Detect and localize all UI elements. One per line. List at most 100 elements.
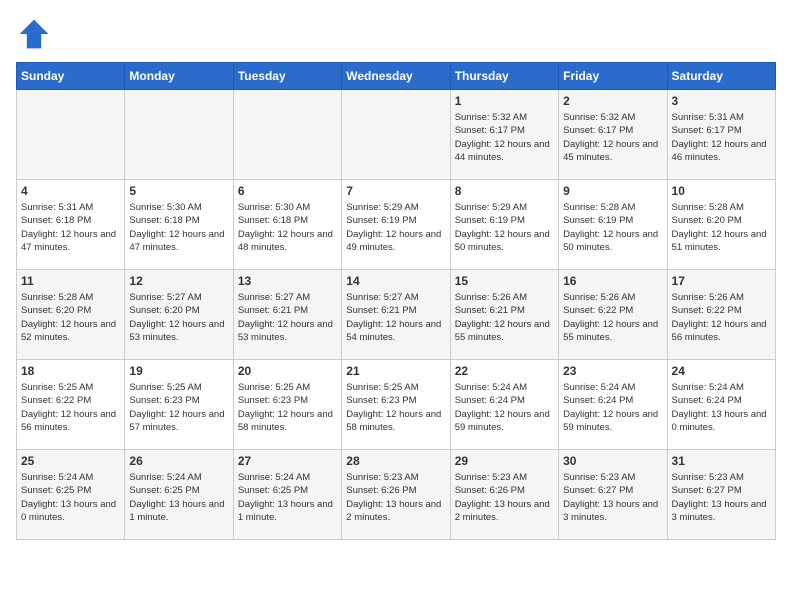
day-info: Sunrise: 5:23 AM Sunset: 6:27 PM Dayligh… <box>672 471 771 524</box>
day-info: Sunrise: 5:25 AM Sunset: 6:23 PM Dayligh… <box>346 381 445 434</box>
logo-icon <box>16 16 52 52</box>
day-cell <box>342 90 450 180</box>
day-cell: 18Sunrise: 5:25 AM Sunset: 6:22 PM Dayli… <box>17 360 125 450</box>
day-cell: 19 Sunrise: 5:25 AM Sunset: 6:23 PM Dayli… <box>125 360 233 450</box>
day-info: Sunrise: 5:24 AM Sunset: 6:24 PM Dayligh… <box>563 381 662 434</box>
day-number: 25 <box>21 454 120 468</box>
day-info: Sunrise: 5:30 AM Sunset: 6:18 PM Dayligh… <box>238 201 337 254</box>
day-number: 12 <box>129 274 228 288</box>
day-info: Sunrise: 5:23 AM Sunset: 6:27 PM Dayligh… <box>563 471 662 524</box>
day-number: 10 <box>672 184 771 198</box>
day-number: 6 <box>238 184 337 198</box>
day-cell: 29 Sunrise: 5:23 AM Sunset: 6:26 PM Dayli… <box>450 450 558 540</box>
day-info: Sunrise: 5:24 AM Sunset: 6:24 PM Dayligh… <box>672 381 771 434</box>
week-row-3: 11 Sunrise: 5:28 AM Sunset: 6:20 PM Dayli… <box>17 270 776 360</box>
day-cell: 15Sunrise: 5:26 AM Sunset: 6:21 PM Dayli… <box>450 270 558 360</box>
day-number: 29 <box>455 454 554 468</box>
day-info: Sunrise: 5:28 AM Sunset: 6:20 PM Dayligh… <box>672 201 771 254</box>
header-cell-friday: Friday <box>559 63 667 90</box>
header-cell-monday: Monday <box>125 63 233 90</box>
header-cell-saturday: Saturday <box>667 63 775 90</box>
day-number: 28 <box>346 454 445 468</box>
day-number: 27 <box>238 454 337 468</box>
day-number: 24 <box>672 364 771 378</box>
day-cell: 6 Sunrise: 5:30 AM Sunset: 6:18 PM Daylig… <box>233 180 341 270</box>
day-number: 9 <box>563 184 662 198</box>
day-info: Sunrise: 5:29 AM Sunset: 6:19 PM Dayligh… <box>455 201 554 254</box>
calendar-table: SundayMondayTuesdayWednesdayThursdayFrid… <box>16 62 776 540</box>
day-info: Sunrise: 5:32 AM Sunset: 6:17 PM Dayligh… <box>563 111 662 164</box>
day-info: Sunrise: 5:27 AM Sunset: 6:20 PM Dayligh… <box>129 291 228 344</box>
day-info: Sunrise: 5:28 AM Sunset: 6:19 PM Dayligh… <box>563 201 662 254</box>
day-cell: 24 Sunrise: 5:24 AM Sunset: 6:24 PM Dayli… <box>667 360 775 450</box>
day-cell: 28Sunrise: 5:23 AM Sunset: 6:26 PM Dayli… <box>342 450 450 540</box>
calendar-header: SundayMondayTuesdayWednesdayThursdayFrid… <box>17 63 776 90</box>
day-info: Sunrise: 5:30 AM Sunset: 6:18 PM Dayligh… <box>129 201 228 254</box>
day-cell: 7 Sunrise: 5:29 AM Sunset: 6:19 PM Daylig… <box>342 180 450 270</box>
day-info: Sunrise: 5:25 AM Sunset: 6:23 PM Dayligh… <box>129 381 228 434</box>
day-number: 31 <box>672 454 771 468</box>
day-cell: 10 Sunrise: 5:28 AM Sunset: 6:20 PM Dayli… <box>667 180 775 270</box>
day-number: 21 <box>346 364 445 378</box>
day-cell: 8Sunrise: 5:29 AM Sunset: 6:19 PM Daylig… <box>450 180 558 270</box>
day-cell: 31 Sunrise: 5:23 AM Sunset: 6:27 PM Dayli… <box>667 450 775 540</box>
week-row-2: 4Sunrise: 5:31 AM Sunset: 6:18 PM Daylig… <box>17 180 776 270</box>
day-cell: 1Sunrise: 5:32 AM Sunset: 6:17 PM Daylig… <box>450 90 558 180</box>
day-info: Sunrise: 5:31 AM Sunset: 6:17 PM Dayligh… <box>672 111 771 164</box>
day-info: Sunrise: 5:26 AM Sunset: 6:22 PM Dayligh… <box>672 291 771 344</box>
day-cell: 17 Sunrise: 5:26 AM Sunset: 6:22 PM Dayli… <box>667 270 775 360</box>
day-number: 3 <box>672 94 771 108</box>
day-info: Sunrise: 5:29 AM Sunset: 6:19 PM Dayligh… <box>346 201 445 254</box>
day-info: Sunrise: 5:28 AM Sunset: 6:20 PM Dayligh… <box>21 291 120 344</box>
day-cell: 30 Sunrise: 5:23 AM Sunset: 6:27 PM Dayli… <box>559 450 667 540</box>
page-header <box>16 16 776 52</box>
day-number: 11 <box>21 274 120 288</box>
day-cell: 20 Sunrise: 5:25 AM Sunset: 6:23 PM Dayli… <box>233 360 341 450</box>
day-number: 19 <box>129 364 228 378</box>
day-info: Sunrise: 5:24 AM Sunset: 6:24 PM Dayligh… <box>455 381 554 434</box>
day-cell: 27Sunrise: 5:24 AM Sunset: 6:25 PM Dayli… <box>233 450 341 540</box>
header-row: SundayMondayTuesdayWednesdayThursdayFrid… <box>17 63 776 90</box>
day-cell: 22 Sunrise: 5:24 AM Sunset: 6:24 PM Dayli… <box>450 360 558 450</box>
day-cell: 3 Sunrise: 5:31 AM Sunset: 6:17 PM Daylig… <box>667 90 775 180</box>
day-number: 5 <box>129 184 228 198</box>
day-cell <box>125 90 233 180</box>
day-info: Sunrise: 5:26 AM Sunset: 6:21 PM Dayligh… <box>455 291 554 344</box>
day-info: Sunrise: 5:27 AM Sunset: 6:21 PM Dayligh… <box>238 291 337 344</box>
day-cell: 12 Sunrise: 5:27 AM Sunset: 6:20 PM Dayli… <box>125 270 233 360</box>
day-cell: 9 Sunrise: 5:28 AM Sunset: 6:19 PM Daylig… <box>559 180 667 270</box>
day-number: 13 <box>238 274 337 288</box>
day-number: 14 <box>346 274 445 288</box>
day-cell: 11 Sunrise: 5:28 AM Sunset: 6:20 PM Dayli… <box>17 270 125 360</box>
day-cell: 16Sunrise: 5:26 AM Sunset: 6:22 PM Dayli… <box>559 270 667 360</box>
logo <box>16 16 56 52</box>
day-info: Sunrise: 5:24 AM Sunset: 6:25 PM Dayligh… <box>21 471 120 524</box>
day-info: Sunrise: 5:25 AM Sunset: 6:23 PM Dayligh… <box>238 381 337 434</box>
header-cell-tuesday: Tuesday <box>233 63 341 90</box>
day-number: 22 <box>455 364 554 378</box>
week-row-1: 1Sunrise: 5:32 AM Sunset: 6:17 PM Daylig… <box>17 90 776 180</box>
day-info: Sunrise: 5:27 AM Sunset: 6:21 PM Dayligh… <box>346 291 445 344</box>
day-cell: 25 Sunrise: 5:24 AM Sunset: 6:25 PM Dayli… <box>17 450 125 540</box>
calendar-body: 1Sunrise: 5:32 AM Sunset: 6:17 PM Daylig… <box>17 90 776 540</box>
week-row-5: 25 Sunrise: 5:24 AM Sunset: 6:25 PM Dayli… <box>17 450 776 540</box>
day-info: Sunrise: 5:31 AM Sunset: 6:18 PM Dayligh… <box>21 201 120 254</box>
day-cell: 14 Sunrise: 5:27 AM Sunset: 6:21 PM Dayli… <box>342 270 450 360</box>
day-number: 18 <box>21 364 120 378</box>
header-cell-wednesday: Wednesday <box>342 63 450 90</box>
day-number: 17 <box>672 274 771 288</box>
day-cell: 26Sunrise: 5:24 AM Sunset: 6:25 PM Dayli… <box>125 450 233 540</box>
day-cell: 2 Sunrise: 5:32 AM Sunset: 6:17 PM Daylig… <box>559 90 667 180</box>
day-cell: 5 Sunrise: 5:30 AM Sunset: 6:18 PM Daylig… <box>125 180 233 270</box>
day-cell: 13 Sunrise: 5:27 AM Sunset: 6:21 PM Dayli… <box>233 270 341 360</box>
day-info: Sunrise: 5:32 AM Sunset: 6:17 PM Dayligh… <box>455 111 554 164</box>
day-cell <box>233 90 341 180</box>
day-number: 30 <box>563 454 662 468</box>
day-number: 20 <box>238 364 337 378</box>
day-info: Sunrise: 5:23 AM Sunset: 6:26 PM Dayligh… <box>455 471 554 524</box>
day-number: 16 <box>563 274 662 288</box>
day-number: 26 <box>129 454 228 468</box>
day-number: 23 <box>563 364 662 378</box>
day-number: 7 <box>346 184 445 198</box>
day-number: 2 <box>563 94 662 108</box>
